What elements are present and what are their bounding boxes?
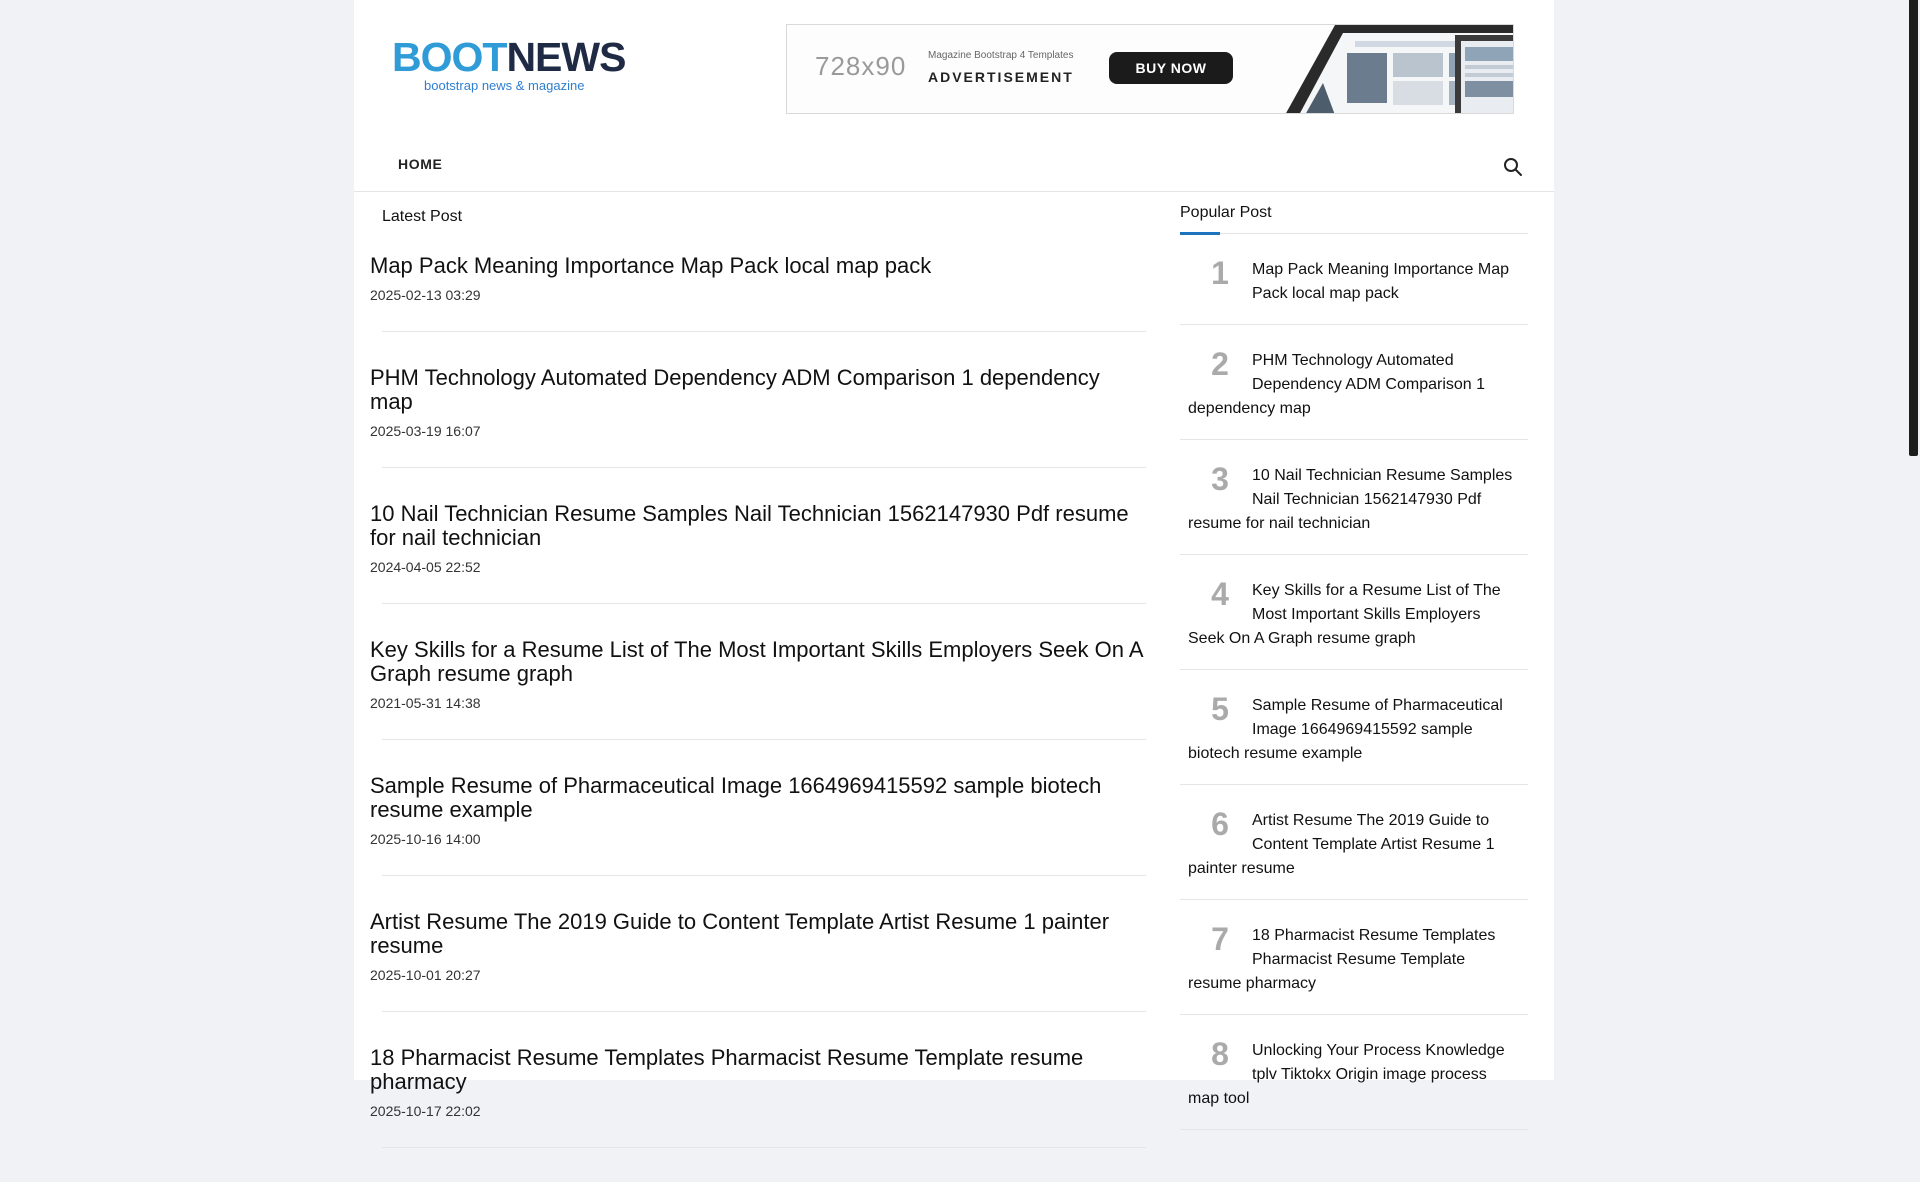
list-item: Map Pack Meaning Importance Map Pack loc…: [370, 254, 1146, 332]
rank-number: 8: [1211, 1036, 1229, 1072]
popular-post-heading: Popular Post: [1180, 204, 1528, 235]
list-item: PHM Technology Automated Dependency ADM …: [370, 366, 1146, 468]
logo-b: B: [392, 34, 422, 80]
divider: [382, 1011, 1146, 1012]
ad-label: ADVERTISEMENT: [928, 69, 1074, 85]
post-date: 2021-05-31 14:38: [370, 695, 481, 711]
scrollbar-thumb[interactable]: [1909, 0, 1918, 456]
divider: [382, 603, 1146, 604]
post-title-link[interactable]: Map Pack Meaning Importance Map Pack loc…: [370, 254, 1146, 278]
post-title-link[interactable]: 10 Nail Technician Resume Samples Nail T…: [370, 502, 1146, 550]
popular-item: 5 Sample Resume of Pharmaceutical Image …: [1180, 670, 1528, 785]
rank-number: 6: [1211, 806, 1229, 842]
popular-item: 4 Key Skills for a Resume List of The Mo…: [1180, 555, 1528, 670]
popular-post-heading-label: Popular Post: [1180, 204, 1272, 221]
page-scrollbar[interactable]: [1907, 0, 1920, 1080]
ad-size-label: 728x90: [815, 51, 907, 81]
popular-item: 7 18 Pharmacist Resume Templates Pharmac…: [1180, 900, 1528, 1015]
search-icon[interactable]: [1502, 156, 1524, 178]
popular-item: 8 Unlocking Your Process Knowledge tplv …: [1180, 1015, 1528, 1130]
rank-number: 5: [1211, 691, 1229, 727]
post-date: 2025-10-01 20:27: [370, 967, 481, 983]
logo-tagline: bootstrap news & magazine: [424, 78, 585, 93]
post-title-link[interactable]: Sample Resume of Pharmaceutical Image 16…: [370, 774, 1146, 822]
rank-number: 7: [1211, 921, 1229, 957]
buy-now-button[interactable]: BUY NOW: [1109, 52, 1233, 84]
logo-oot: OOT: [420, 34, 508, 80]
popular-item-link[interactable]: Map Pack Meaning Importance Map Pack loc…: [1252, 261, 1509, 302]
site-logo[interactable]: BOOTNEWS bootstrap news & magazine: [392, 34, 626, 96]
post-date: 2025-03-19 16:07: [370, 423, 481, 439]
popular-item: 3 10 Nail Technician Resume Samples Nail…: [1180, 440, 1528, 555]
latest-post-heading: Latest Post: [382, 208, 463, 225]
rank-number: 4: [1211, 576, 1229, 612]
logo-wordmark: BOOTNEWS: [392, 34, 626, 80]
list-item: Artist Resume The 2019 Guide to Content …: [370, 910, 1146, 1012]
divider: [382, 331, 1146, 332]
post-title-link[interactable]: Key Skills for a Resume List of The Most…: [370, 638, 1146, 686]
divider: [382, 1147, 1146, 1148]
list-item: 18 Pharmacist Resume Templates Pharmacis…: [370, 1046, 1146, 1148]
popular-item: 6 Artist Resume The 2019 Guide to Conten…: [1180, 785, 1528, 900]
list-item: Sample Resume of Pharmaceutical Image 16…: [370, 774, 1146, 876]
divider: [382, 467, 1146, 468]
popular-item: 1 Map Pack Meaning Importance Map Pack l…: [1180, 234, 1528, 325]
list-item: Key Skills for a Resume List of The Most…: [370, 638, 1146, 740]
ad-banner[interactable]: 728x90 Magazine Bootstrap 4 Templates AD…: [786, 24, 1514, 114]
popular-post-sidebar: Popular Post 1 Map Pack Meaning Importan…: [1180, 204, 1528, 1130]
device-mockup-image: [1286, 25, 1513, 113]
list-item: 10 Nail Technician Resume Samples Nail T…: [370, 502, 1146, 604]
rank-number: 2: [1211, 346, 1229, 382]
post-date: 2025-10-17 22:02: [370, 1103, 481, 1119]
rank-number: 1: [1211, 255, 1229, 291]
post-title-link[interactable]: 18 Pharmacist Resume Templates Pharmacis…: [370, 1046, 1146, 1094]
main-nav: HOME: [354, 130, 1554, 192]
post-date: 2025-02-13 03:29: [370, 287, 481, 303]
latest-post-list: Map Pack Meaning Importance Map Pack loc…: [370, 254, 1146, 1182]
ad-subtitle: Magazine Bootstrap 4 Templates: [928, 50, 1074, 61]
post-date: 2024-04-05 22:52: [370, 559, 481, 575]
divider: [382, 875, 1146, 876]
post-date: 2025-10-16 14:00: [370, 831, 481, 847]
logo-news: NEWS: [506, 34, 626, 80]
divider: [382, 739, 1146, 740]
rank-number: 3: [1211, 461, 1229, 497]
post-title-link[interactable]: Artist Resume The 2019 Guide to Content …: [370, 910, 1146, 958]
popular-item: 2 PHM Technology Automated Dependency AD…: [1180, 325, 1528, 440]
post-title-link[interactable]: PHM Technology Automated Dependency ADM …: [370, 366, 1146, 414]
nav-home-link[interactable]: HOME: [398, 156, 442, 172]
page: BOOTNEWS bootstrap news & magazine 728x9…: [354, 0, 1554, 1148]
